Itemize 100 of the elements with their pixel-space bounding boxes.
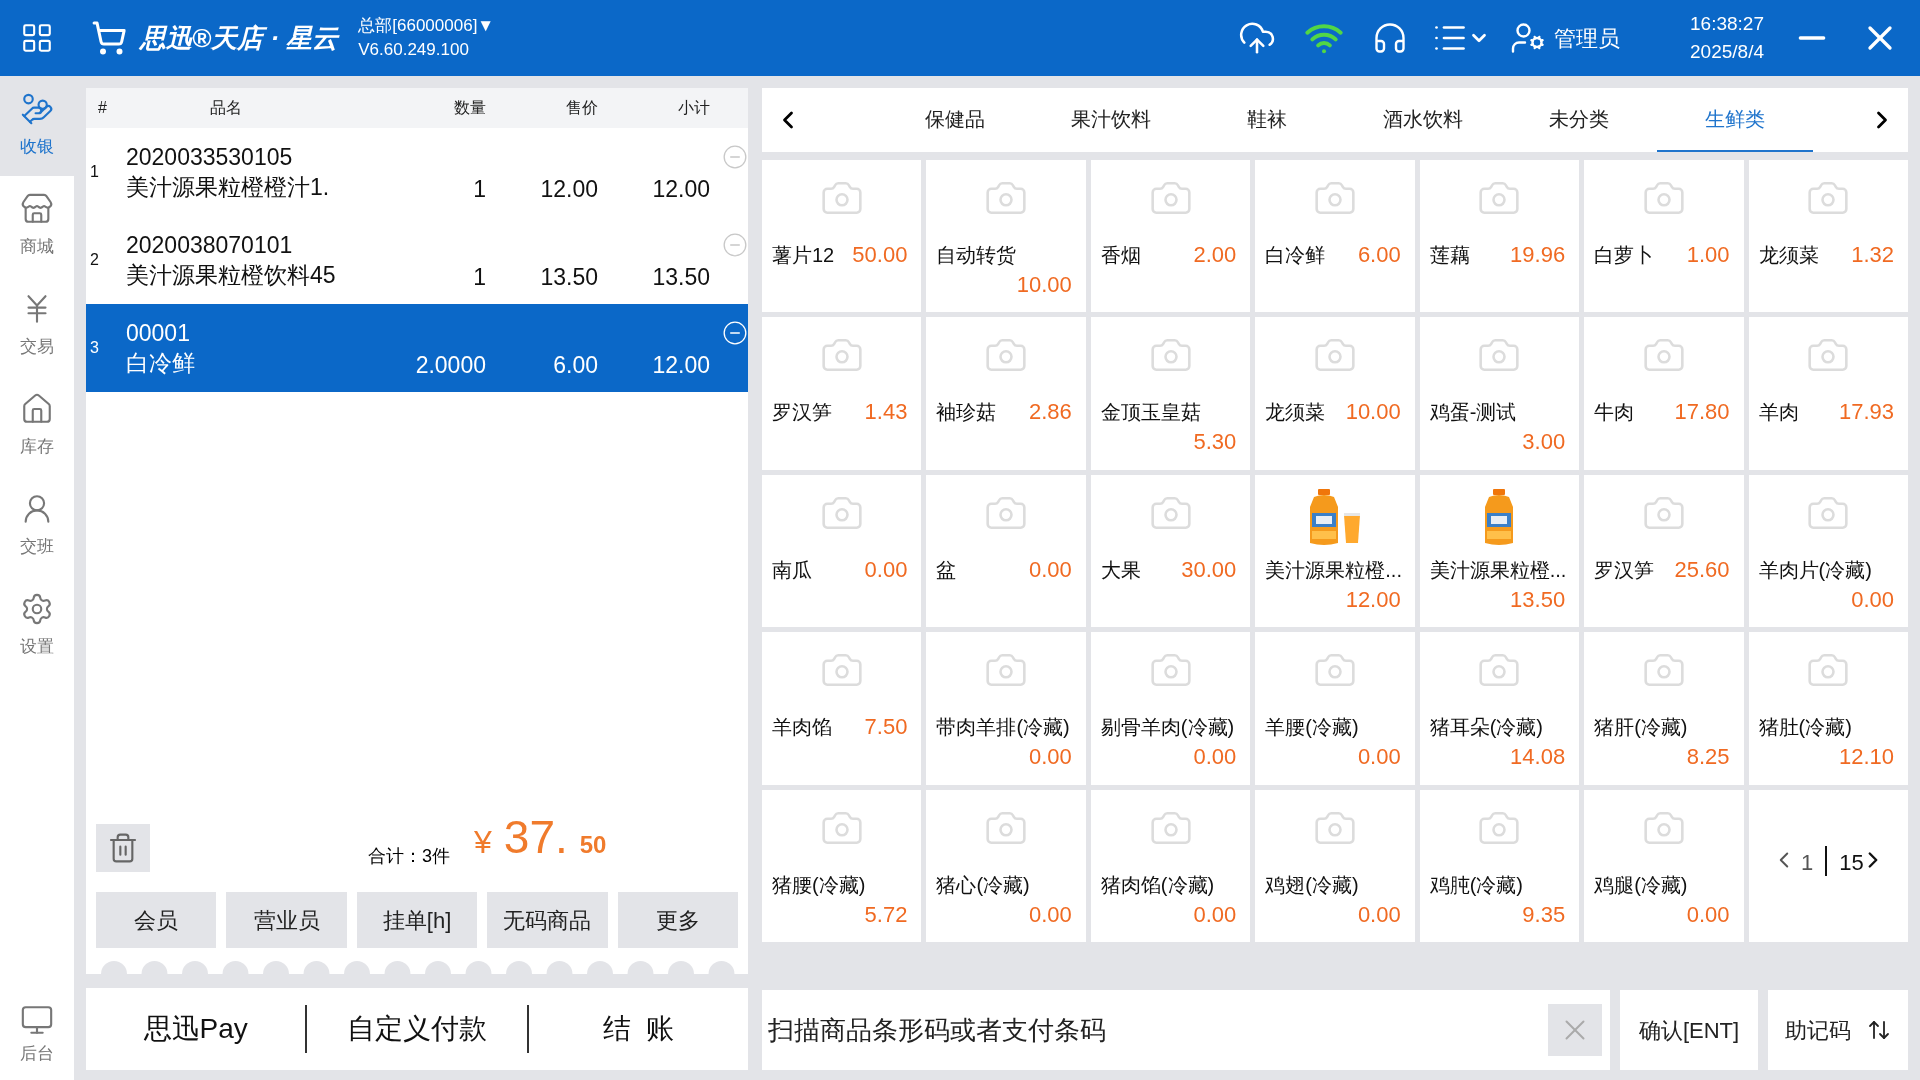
apps-grid-icon[interactable] [20, 21, 54, 55]
category-tab[interactable]: 未分类 [1501, 88, 1657, 152]
product-price: 0.00 [1357, 900, 1402, 929]
product-card[interactable]: 鸡肫(冷藏) 9.35 [1419, 789, 1580, 942]
user-name[interactable]: 管理员 [1554, 21, 1621, 55]
action-button[interactable]: 会员 [96, 892, 217, 948]
item-price: 13.50 [539, 262, 598, 292]
product-name: 金顶玉皇菇 [1100, 400, 1201, 426]
product-card[interactable]: 羊肉馅 7.50 [762, 632, 922, 785]
product-card[interactable]: 白冷鲜 6.00 [1255, 160, 1415, 313]
product-card[interactable]: 罗汉笋 1.43 [762, 317, 922, 470]
payment-button[interactable]: 自定义付款 [307, 988, 527, 1070]
product-card[interactable]: 薯片12 50.00 [762, 160, 922, 313]
confirm-button[interactable]: 确认[ENT] [1620, 990, 1758, 1070]
product-card[interactable]: 羊肉 17.93 [1748, 317, 1908, 470]
product-card[interactable]: 带肉羊排(冷藏) 0.00 [926, 632, 1086, 785]
current-page: 1 [1800, 848, 1814, 877]
product-card[interactable]: 猪耳朵(冷藏) 14.08 [1419, 632, 1580, 785]
column-header: 小计 [677, 98, 710, 118]
product-name: 猪耳朵(冷藏) [1429, 715, 1544, 741]
product-name: 龙须菜 [1265, 400, 1326, 426]
action-button[interactable]: 挂单[h] [356, 892, 478, 948]
sidebar-item[interactable]: 收银 [0, 76, 74, 176]
product-price: 0.00 [1851, 585, 1895, 614]
product-card[interactable]: 羊肉片(冷藏) 0.00 [1748, 474, 1908, 628]
product-price: 0.00 [1686, 900, 1731, 929]
delete-button[interactable] [96, 824, 150, 872]
product-name: 鸡翅(冷藏) [1265, 872, 1359, 898]
product-card[interactable]: 南瓜 0.00 [762, 474, 922, 628]
payment-button[interactable]: 思迅Pay [86, 988, 306, 1070]
item-subtotal: 13.50 [651, 262, 710, 292]
item-name: 美汁源果粒橙橙汁1. [126, 173, 331, 202]
product-price: 30.00 [1181, 555, 1238, 584]
mnemonic-button[interactable]: 助记码 [1768, 990, 1908, 1070]
product-name: 鸡肫(冷藏) [1429, 872, 1524, 898]
product-name: 鸡蛋-测试 [1429, 400, 1517, 426]
action-button[interactable]: 更多 [617, 892, 739, 948]
product-price: 14.08 [1510, 743, 1567, 772]
product-card[interactable]: 自动转货 10.00 [926, 160, 1086, 313]
product-name: 龙须菜 [1758, 243, 1819, 268]
product-card[interactable]: 龙须菜 10.00 [1255, 317, 1415, 470]
trash-icon [107, 832, 139, 864]
product-price: 12.10 [1838, 743, 1895, 772]
category-tab[interactable]: 保健品 [877, 88, 1033, 152]
product-name: 羊肉 [1758, 400, 1799, 426]
product-name: 白萝卜 [1594, 243, 1655, 268]
sort-arrows-icon [1867, 1018, 1891, 1042]
product-card[interactable]: 大果 30.00 [1090, 474, 1251, 628]
product-name: 猪肝(冷藏) [1594, 715, 1688, 741]
store-selector[interactable]: 总部[66000006]▼ [358, 14, 495, 38]
category-tab[interactable]: 生鲜类 [1657, 88, 1813, 152]
scan-input-field[interactable]: 扫描商品条形码或者支付条码 [762, 990, 1548, 1070]
product-card[interactable]: 莲藕 19.96 [1419, 160, 1580, 313]
product-card[interactable]: 猪肚(冷藏) 12.10 [1748, 632, 1908, 785]
product-card[interactable]: 袖珍菇 2.86 [926, 317, 1086, 470]
app-logo: 思迅®天店 · 星云 [140, 21, 339, 55]
category-tab[interactable]: 酒水饮料 [1345, 88, 1501, 152]
payment-button[interactable]: 结 账 [528, 988, 748, 1070]
cart-row[interactable]: 3 00001 白冷鲜 2.0000 6.00 12.00 [86, 304, 748, 392]
product-card[interactable]: 盆 0.00 [926, 474, 1086, 628]
item-subtotal: 12.00 [651, 350, 710, 380]
product-card[interactable]: 罗汉笋 25.60 [1584, 474, 1744, 628]
sidebar-item[interactable]: 后台 [0, 990, 74, 1080]
product-card[interactable]: 美汁源果粒橙... 12.00 [1255, 474, 1415, 628]
product-name: 薯片12 [772, 243, 835, 268]
product-card[interactable]: 鸡腿(冷藏) 0.00 [1584, 789, 1744, 942]
product-name: 鸡腿(冷藏) [1594, 872, 1688, 898]
product-card[interactable]: 牛肉 17.80 [1584, 317, 1744, 470]
category-tab[interactable]: 果汁饮料 [1033, 88, 1189, 152]
product-card[interactable]: 猪腰(冷藏) 5.72 [762, 789, 922, 942]
product-price: 25.60 [1674, 555, 1731, 584]
product-price: 0.00 [1193, 900, 1238, 929]
product-card[interactable]: 香烟 2.00 [1090, 160, 1251, 313]
item-price: 6.00 [552, 350, 598, 380]
product-card[interactable]: 龙须菜 1.32 [1748, 160, 1908, 313]
product-name: 罗汉笋 [772, 400, 832, 426]
product-card[interactable]: 剔骨羊肉(冷藏) 0.00 [1090, 632, 1251, 785]
product-price: 10.00 [1016, 271, 1073, 299]
product-price: 1.00 [1686, 241, 1731, 269]
product-card[interactable]: 白萝卜 1.00 [1584, 160, 1744, 313]
product-card[interactable]: 猪肝(冷藏) 8.25 [1584, 632, 1744, 785]
product-price: 5.30 [1193, 428, 1238, 457]
product-name: 羊肉馅 [772, 715, 832, 741]
product-card[interactable]: 金顶玉皇菇 5.30 [1090, 317, 1251, 470]
product-price: 0.00 [1029, 900, 1073, 929]
product-card[interactable]: 鸡蛋-测试 3.00 [1419, 317, 1580, 470]
action-button[interactable]: 无码商品 [487, 892, 608, 948]
category-tab[interactable]: 鞋袜 [1189, 88, 1345, 152]
item-quantity: 1 [472, 262, 486, 292]
row-number: 2 [89, 250, 100, 270]
product-card[interactable]: 美汁源果粒橙... 13.50 [1419, 474, 1580, 628]
user-icon[interactable] [1510, 20, 1547, 56]
item-quantity: 2.0000 [414, 350, 486, 380]
product-card[interactable]: 猪肉馅(冷藏) 0.00 [1090, 789, 1251, 942]
product-name: 猪腰(冷藏) [772, 872, 866, 898]
action-button[interactable]: 营业员 [226, 892, 347, 948]
product-card[interactable]: 羊腰(冷藏) 0.00 [1255, 632, 1415, 785]
product-card[interactable]: 猪心(冷藏) 0.00 [926, 789, 1086, 942]
product-card[interactable]: 鸡翅(冷藏) 0.00 [1255, 789, 1415, 942]
column-header: 售价 [565, 98, 598, 118]
